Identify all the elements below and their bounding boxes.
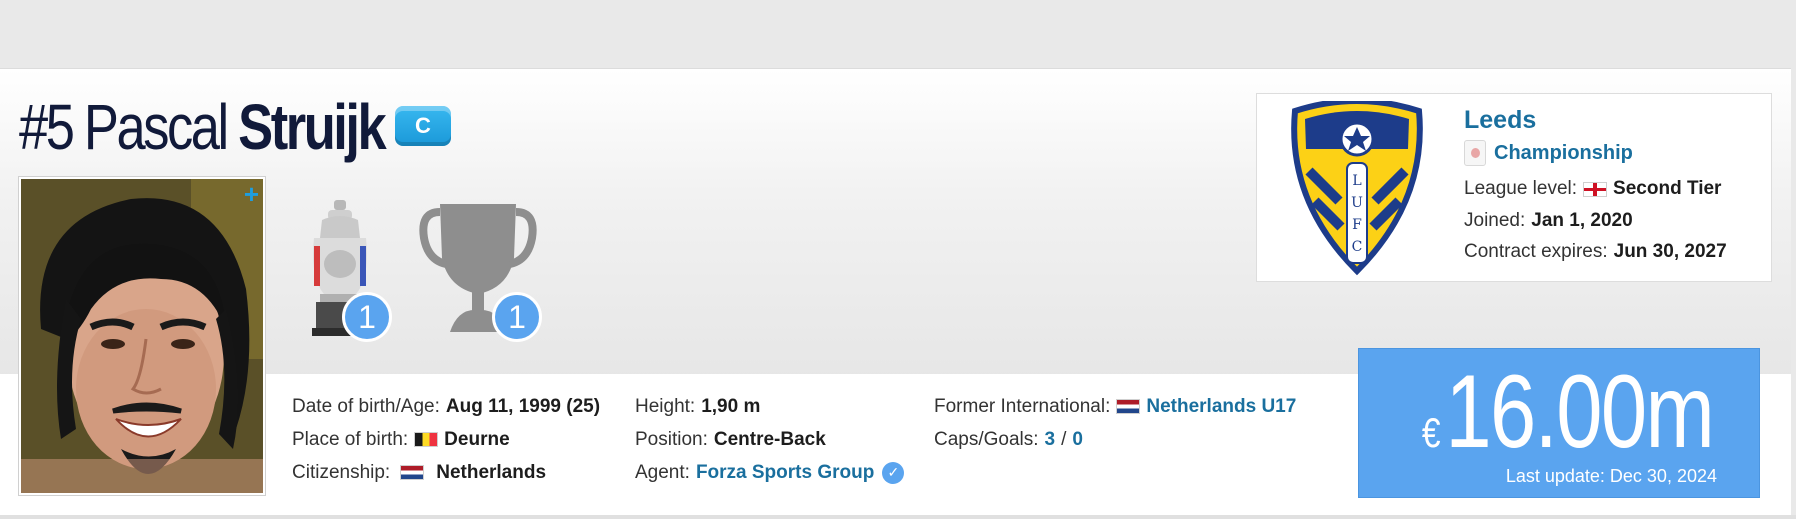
- contract-row: Contract expires: Jun 30, 2027: [1464, 241, 1727, 263]
- club-name-link[interactable]: Leeds: [1464, 106, 1536, 135]
- club-info-box: L U F C Leeds Championship League level:…: [1256, 93, 1772, 282]
- info-row-agent: Agent: Forza Sports Group ✓: [635, 456, 905, 489]
- info-column-physical: Height: 1,90 m Position: Centre-Back Age…: [635, 390, 905, 489]
- caps-link[interactable]: 3: [1045, 429, 1056, 451]
- market-value-box[interactable]: € 16.00m Last update: Dec 30, 2024: [1358, 348, 1760, 498]
- joined-value: Jan 1, 2020: [1531, 210, 1633, 231]
- league-level-row: League level: Second Tier: [1464, 178, 1721, 200]
- player-photo[interactable]: +: [18, 176, 266, 496]
- league-logo-icon: [1464, 140, 1486, 166]
- league-row: Championship: [1464, 140, 1633, 166]
- trophy-championship[interactable]: 1: [300, 198, 392, 343]
- caps-goals-label: Caps/Goals:: [934, 428, 1039, 450]
- trophy-count-badge: 1: [492, 292, 542, 342]
- pob-value: Deurne: [444, 428, 510, 450]
- svg-text:L: L: [1352, 173, 1361, 189]
- belgium-flag-icon: [414, 432, 439, 447]
- first-name: Pascal: [83, 91, 229, 163]
- last-update: Last update: Dec 30, 2024: [1505, 466, 1717, 486]
- netherlands-flag-icon: [1116, 399, 1141, 414]
- market-value-amount: 16.00m: [1445, 354, 1715, 470]
- pob-label: Place of birth:: [292, 428, 409, 450]
- leeds-crest-icon[interactable]: L U F C: [1287, 101, 1427, 276]
- height-label: Height:: [635, 395, 696, 417]
- captain-label: C: [415, 113, 431, 138]
- height-value: 1,90 m: [701, 395, 761, 417]
- trophy-cup[interactable]: 1: [418, 198, 542, 343]
- verified-check-icon: ✓: [882, 461, 905, 484]
- position-value: Centre-Back: [713, 428, 826, 450]
- joined-row: Joined: Jan 1, 2020: [1464, 210, 1633, 232]
- former-international-label: Former International:: [934, 395, 1111, 417]
- market-value: € 16.00m: [1421, 354, 1715, 470]
- add-photo-icon[interactable]: +: [244, 181, 259, 207]
- citizenship-value: Netherlands: [436, 461, 547, 483]
- info-row-position: Position: Centre-Back: [635, 423, 904, 456]
- dob-value: Aug 11, 1999 (25): [445, 395, 601, 417]
- player-title: #5 Pascal Struijk: [19, 88, 387, 166]
- info-row-citizenship: Citizenship: Netherlands: [292, 456, 600, 489]
- currency-symbol: €: [1421, 409, 1441, 456]
- captain-armband-icon: C: [395, 106, 451, 146]
- last-name: Struijk: [238, 91, 387, 163]
- info-row-height: Height: 1,90 m: [635, 390, 904, 423]
- national-team-link[interactable]: Netherlands U17: [1146, 396, 1296, 418]
- joined-label: Joined:: [1464, 210, 1526, 231]
- agent-link[interactable]: Forza Sports Group: [696, 462, 874, 484]
- england-flag-icon: [1583, 181, 1608, 197]
- svg-text:C: C: [1352, 239, 1363, 255]
- agent-label: Agent:: [635, 461, 690, 483]
- info-row-date-of-birth: Date of birth/Age: Aug 11, 1999 (25): [292, 390, 600, 423]
- contract-label: Contract expires:: [1464, 241, 1608, 262]
- contract-value: Jun 30, 2027: [1613, 241, 1727, 262]
- bottom-edge: [0, 515, 1796, 519]
- player-portrait-image: [21, 179, 263, 493]
- info-row-former-international: Former International: Netherlands U17: [934, 390, 1296, 423]
- trophy-count-badge: 1: [342, 292, 392, 342]
- top-band: [0, 0, 1796, 68]
- svg-text:U: U: [1351, 195, 1363, 211]
- dob-label: Date of birth/Age:: [292, 395, 440, 417]
- citizenship-label: Citizenship:: [292, 461, 391, 483]
- info-row-caps-goals: Caps/Goals: 3 / 0: [934, 423, 1296, 456]
- goals-link[interactable]: 0: [1072, 429, 1083, 451]
- league-link[interactable]: Championship: [1494, 142, 1633, 165]
- info-row-place-of-birth: Place of birth: Deurne: [292, 423, 600, 456]
- svg-text:F: F: [1352, 217, 1362, 233]
- shirt-number: #5: [19, 91, 75, 163]
- caps-goals-separator: /: [1061, 428, 1067, 450]
- netherlands-flag-icon: [400, 465, 425, 480]
- league-level-value: Second Tier: [1613, 178, 1722, 199]
- league-level-label: League level:: [1464, 178, 1578, 199]
- info-column-international: Former International: Netherlands U17 Ca…: [934, 390, 1296, 456]
- position-label: Position:: [635, 428, 708, 450]
- info-column-personal: Date of birth/Age: Aug 11, 1999 (25) Pla…: [292, 390, 600, 489]
